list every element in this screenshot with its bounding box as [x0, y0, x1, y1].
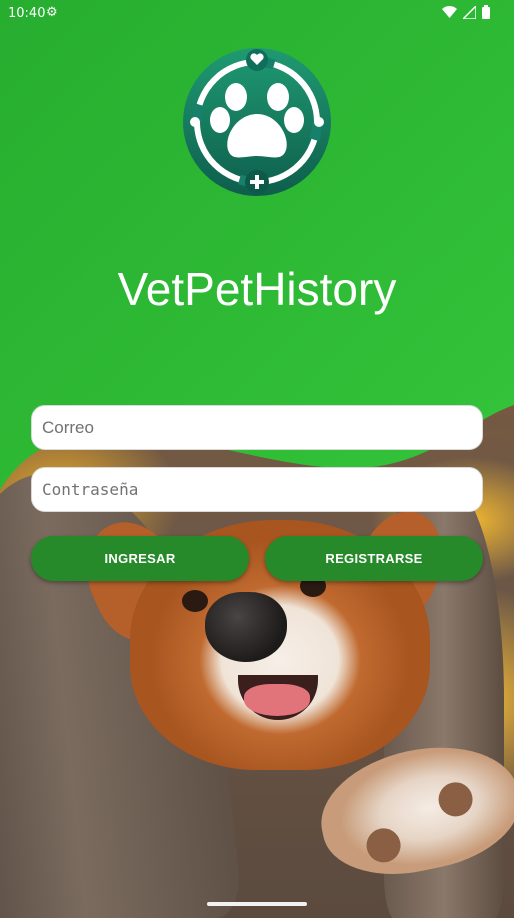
wifi-icon — [442, 5, 457, 18]
status-time: 10:40 — [8, 6, 46, 21]
settings-gear-icon: ⚙ — [46, 5, 58, 20]
status-bar: 10:40 ⚙ — [0, 0, 514, 28]
login-screen: 10:40 ⚙ VetPetHistory Correo INGRESAR RE… — [0, 0, 514, 918]
dog-tongue — [244, 684, 310, 716]
gesture-nav-bar[interactable] — [207, 902, 307, 906]
battery-icon — [482, 5, 490, 19]
register-button[interactable]: REGISTRARSE — [265, 536, 483, 581]
dog-nose — [205, 592, 287, 662]
paw-medical-logo — [183, 48, 331, 196]
password-input[interactable] — [31, 467, 483, 512]
login-button[interactable]: INGRESAR — [31, 536, 249, 581]
system-icons — [442, 5, 490, 19]
app-title: VetPetHistory — [117, 263, 397, 315]
email-input[interactable] — [31, 405, 483, 450]
dog-eye-left — [182, 590, 208, 612]
signal-icon — [463, 5, 476, 19]
